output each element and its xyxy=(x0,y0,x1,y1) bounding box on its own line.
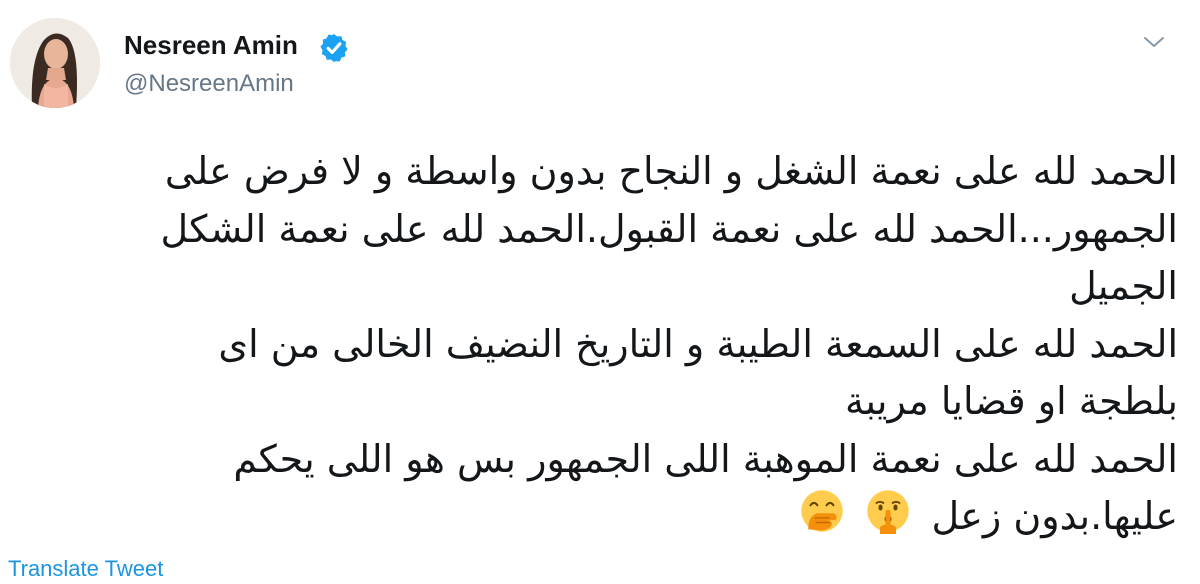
avatar[interactable] xyxy=(10,18,100,108)
verified-badge-icon xyxy=(320,34,348,62)
profile-photo xyxy=(10,18,100,108)
tweet-text-line: الجمهور...الحمد لله على نعمة القبول.الحم… xyxy=(160,206,1178,251)
face-with-hand-over-mouth-icon xyxy=(801,489,843,532)
tweet-text-line: الحمد لله على السمعة الطيبة و التاريخ ال… xyxy=(218,321,1178,366)
display-name[interactable]: Nesreen Amin xyxy=(124,30,298,61)
tweet-text-line: الحمد لله على نعمة الموهبة اللى الجمهور … xyxy=(233,436,1178,481)
tweet-text-segment: عليها.بدون زعل xyxy=(931,494,1178,538)
translate-tweet-link[interactable]: Translate Tweet xyxy=(8,556,163,582)
tweet-text-line: الحمد لله على نعمة الشغل و النجاح بدون و… xyxy=(164,149,1178,193)
tweet-text-line: بلطجة او قضايا مريبة xyxy=(845,379,1178,423)
tweet-text: الحمد لله على نعمة الشغل و النجاح بدون و… xyxy=(38,143,1178,546)
shushing-face-icon xyxy=(867,489,910,534)
chevron-down-icon[interactable] xyxy=(1141,32,1167,52)
tweet-text-line: الجميل xyxy=(1069,264,1178,308)
tweet-text-line-last: عليها.بدون زعل xyxy=(38,488,1178,546)
user-handle[interactable]: @NesreenAmin xyxy=(124,70,294,98)
tweet-card: Nesreen Amin @NesreenAmin الحمد لله على … xyxy=(0,0,1200,584)
